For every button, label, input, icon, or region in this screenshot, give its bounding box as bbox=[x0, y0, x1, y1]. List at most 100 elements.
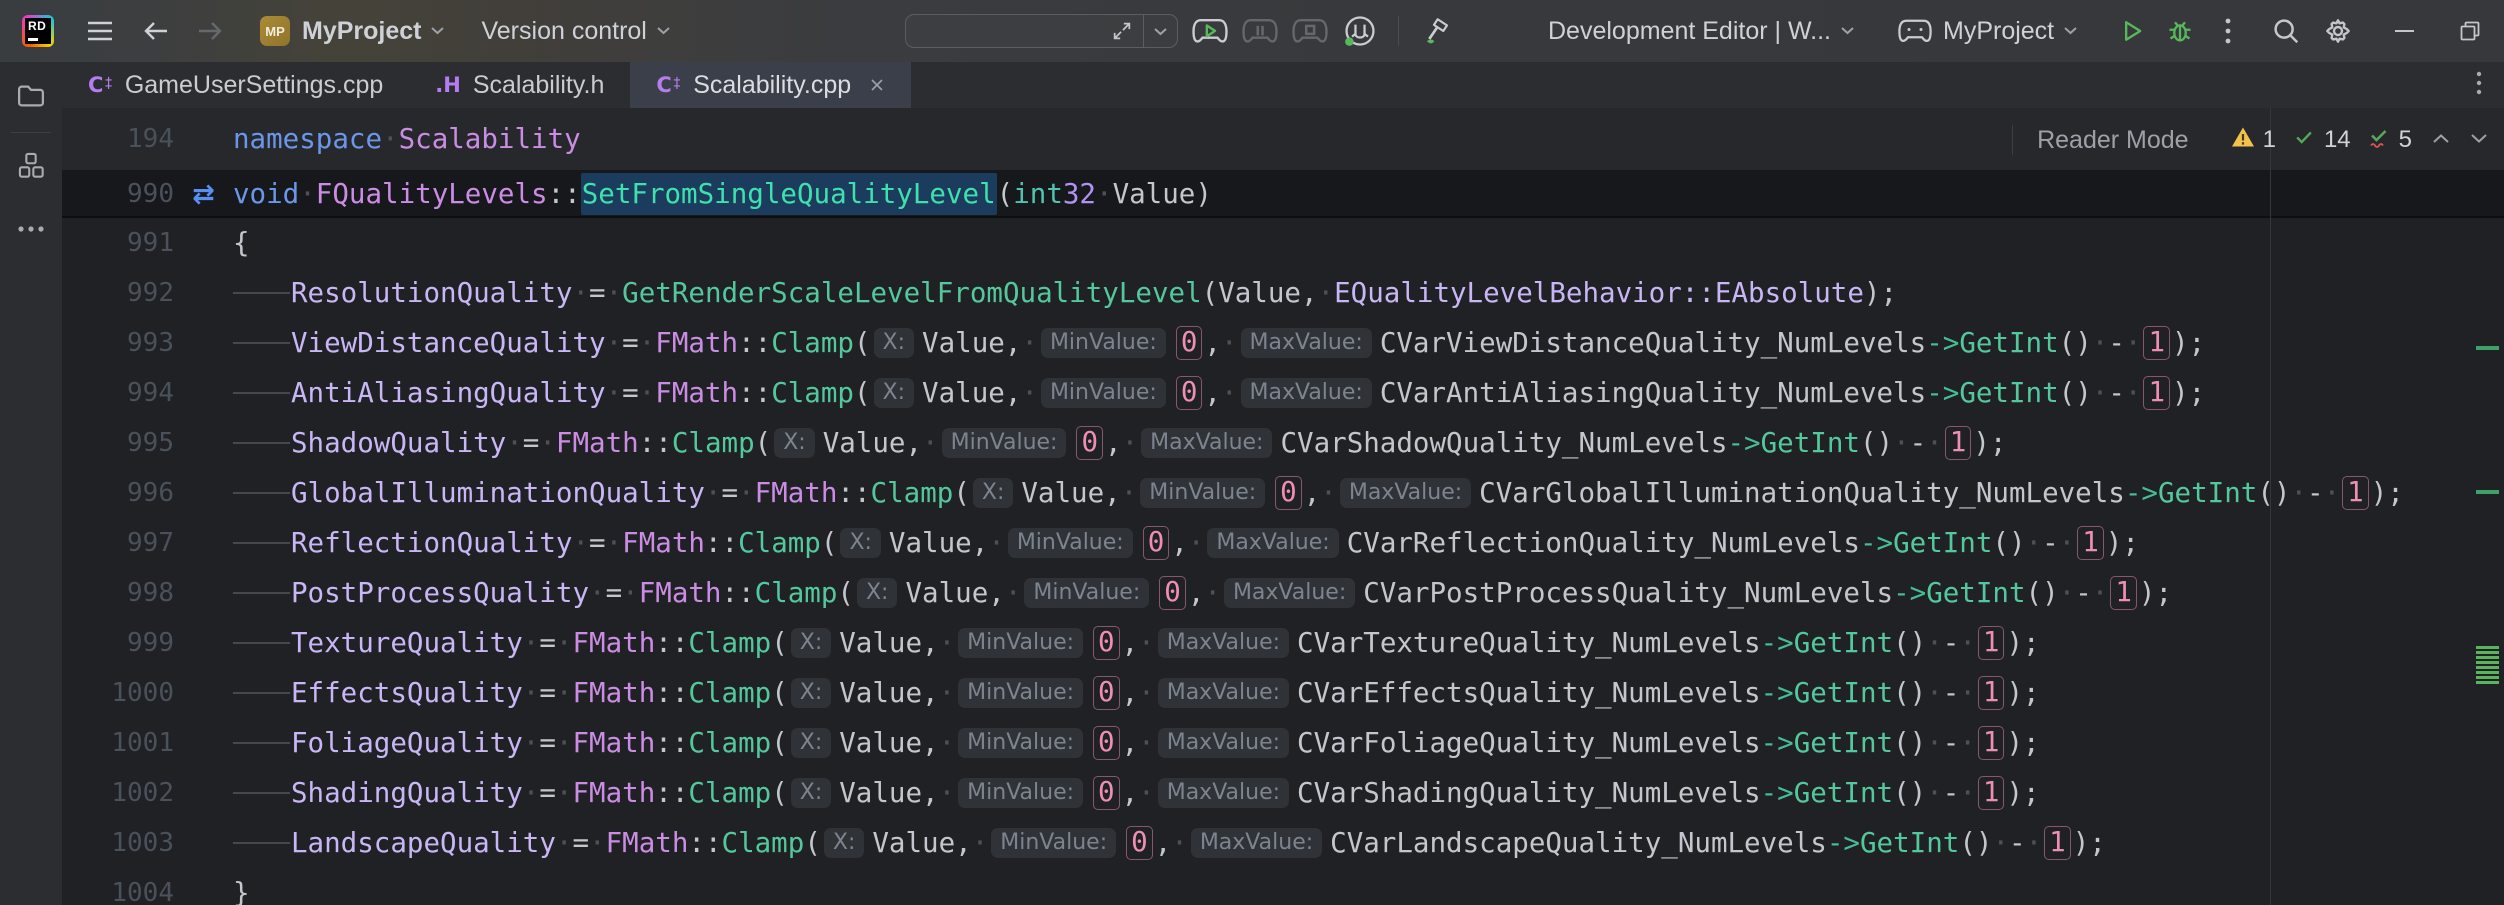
code-line-1002[interactable]: 1002ShadingQuality·=·FMath::Clamp(X:Valu… bbox=[62, 768, 2504, 818]
passed-inspections-indicator[interactable]: 14 bbox=[2292, 126, 2351, 155]
main-menu-button[interactable] bbox=[80, 11, 120, 51]
minimize-button[interactable] bbox=[2384, 11, 2424, 51]
line-number[interactable]: 992 bbox=[62, 278, 174, 308]
more-tool-windows-button[interactable] bbox=[9, 207, 53, 251]
code-token: MaxValue: bbox=[1224, 578, 1355, 608]
code-line-993[interactable]: 993ViewDistanceQuality·=·FMath::Clamp(X:… bbox=[62, 318, 2504, 368]
play-game-icon[interactable] bbox=[1190, 11, 1230, 51]
code-token: 1 bbox=[1978, 776, 2005, 810]
line-number[interactable]: 991 bbox=[62, 228, 174, 258]
code-token: Value, bbox=[872, 827, 971, 859]
code-token: CVarTextureQuality_NumLevels bbox=[1297, 627, 1761, 659]
project-selector[interactable]: MyProject bbox=[302, 17, 421, 46]
code-line-996[interactable]: 996GlobalIlluminationQuality·=·FMath::Cl… bbox=[62, 468, 2504, 518]
line-number[interactable]: 1002 bbox=[62, 778, 174, 808]
widget-divider bbox=[2012, 125, 2013, 155]
code-line-1004[interactable]: 1004} bbox=[62, 868, 2504, 905]
play-icon bbox=[2118, 17, 2146, 45]
back-button[interactable] bbox=[136, 11, 176, 51]
line-number[interactable]: 994 bbox=[62, 378, 174, 408]
search-input[interactable] bbox=[906, 15, 1101, 47]
code-line-990[interactable]: 990⇄void·FQualityLevels::SetFromSingleQu… bbox=[62, 170, 2504, 218]
code-line-999[interactable]: 999TextureQuality·=·FMath::Clamp(X:Value… bbox=[62, 618, 2504, 668]
line-number[interactable]: 993 bbox=[62, 328, 174, 358]
code-token: - bbox=[2108, 377, 2125, 409]
code-token: · bbox=[1138, 677, 1155, 709]
code-line-1000[interactable]: 1000EffectsQuality·=·FMath::Clamp(X:Valu… bbox=[62, 668, 2504, 718]
restore-icon bbox=[2458, 19, 2482, 43]
line-number[interactable]: 1000 bbox=[62, 678, 174, 708]
code-line-998[interactable]: 998PostProcessQuality·=·FMath::Clamp(X:V… bbox=[62, 568, 2504, 618]
line-number[interactable]: 996 bbox=[62, 478, 174, 508]
code-token: · bbox=[2125, 377, 2142, 409]
code-line-1003[interactable]: 1003LandscapeQuality·=·FMath::Clamp(X:Va… bbox=[62, 818, 2504, 868]
line-number[interactable]: 1001 bbox=[62, 728, 174, 758]
code-token: -> bbox=[1827, 827, 1860, 859]
inspection-widget[interactable]: Reader Mode 1 14 bbox=[2012, 120, 2488, 160]
code-token: MinValue: bbox=[958, 778, 1083, 808]
project-tool-window-button[interactable] bbox=[9, 76, 53, 120]
line-number[interactable]: 995 bbox=[62, 428, 174, 458]
maximize-restore-button[interactable] bbox=[2450, 11, 2490, 51]
code-editor[interactable]: 194namespace·Scalability990⇄void·FQualit… bbox=[62, 108, 2504, 905]
line-number[interactable]: 194 bbox=[62, 124, 174, 154]
code-line-994[interactable]: 994AntiAliasingQuality·=·FMath::Clamp(X:… bbox=[62, 368, 2504, 418]
reader-mode-label[interactable]: Reader Mode bbox=[2037, 126, 2188, 155]
line-number[interactable]: 1004 bbox=[62, 878, 174, 905]
more-actions-button[interactable] bbox=[2208, 11, 2248, 51]
code-token: :: bbox=[655, 677, 688, 709]
run-target-selector[interactable]: MyProject bbox=[1943, 17, 2054, 46]
scrollbar-change-mark[interactable] bbox=[2476, 346, 2499, 350]
tab-whitespace-mark bbox=[233, 342, 290, 344]
code-line-991[interactable]: 991{ bbox=[62, 218, 2504, 268]
forward-button[interactable] bbox=[190, 11, 230, 51]
run-configuration-search-box[interactable] bbox=[905, 14, 1178, 48]
code-line-997[interactable]: 997ReflectionQuality·=·FMath::Clamp(X:Va… bbox=[62, 518, 2504, 568]
scrollbar-change-marks[interactable] bbox=[2476, 646, 2499, 686]
code-token: -> bbox=[1926, 377, 1959, 409]
code-token: ( bbox=[837, 577, 854, 609]
previous-problem-button[interactable] bbox=[2432, 131, 2450, 149]
code-line-995[interactable]: 995ShadowQuality·=·FMath::Clamp(X:Value,… bbox=[62, 418, 2504, 468]
code-token: X: bbox=[791, 628, 831, 658]
code-token: 1 bbox=[1945, 426, 1972, 460]
next-problem-button[interactable] bbox=[2470, 131, 2488, 149]
code-token: , bbox=[1122, 677, 1139, 709]
code-line-992[interactable]: 992ResolutionQuality·=·GetRenderScaleLev… bbox=[62, 268, 2504, 318]
settings-button[interactable] bbox=[2318, 11, 2358, 51]
build-icon[interactable] bbox=[1417, 11, 1457, 51]
scrollbar-change-mark[interactable] bbox=[2476, 490, 2499, 494]
tab-gameusersettings-cpp[interactable]: GameUserSettings.cpp bbox=[62, 62, 409, 108]
run-button[interactable] bbox=[2112, 11, 2152, 51]
code-token: FQualityLevels bbox=[316, 178, 548, 210]
close-tab-icon[interactable] bbox=[869, 77, 885, 93]
code-token: Clamp bbox=[771, 327, 854, 359]
code-token: · bbox=[506, 427, 523, 459]
structure-tool-window-button[interactable] bbox=[9, 145, 53, 189]
stop-game-icon[interactable] bbox=[1290, 11, 1330, 51]
pause-game-icon[interactable] bbox=[1240, 11, 1280, 51]
search-everywhere-button[interactable] bbox=[2266, 11, 2306, 51]
typo-check-icon bbox=[2367, 125, 2391, 156]
line-number[interactable]: 997 bbox=[62, 528, 174, 558]
code-token: 1 bbox=[2044, 826, 2071, 860]
chevron-down-icon[interactable] bbox=[1153, 27, 1168, 36]
line-number[interactable]: 998 bbox=[62, 578, 174, 608]
run-configuration-selector[interactable]: Development Editor | W... bbox=[1548, 17, 1831, 46]
version-control-menu[interactable]: Version control bbox=[481, 17, 646, 46]
code-token: MaxValue: bbox=[1158, 628, 1289, 658]
code-line-1001[interactable]: 1001FoliageQuality·=·FMath::Clamp(X:Valu… bbox=[62, 718, 2504, 768]
tab-scalability-cpp[interactable]: Scalability.cpp bbox=[630, 62, 911, 108]
goto-declaration-icon[interactable]: ⇄ bbox=[174, 179, 233, 210]
line-number[interactable]: 1003 bbox=[62, 828, 174, 858]
tab-list-button[interactable] bbox=[2476, 62, 2482, 108]
unreal-engine-icon[interactable] bbox=[1340, 11, 1380, 51]
code-token: :: bbox=[548, 178, 581, 210]
line-number[interactable]: 990 bbox=[62, 179, 174, 209]
tab-scalability-h[interactable]: Scalability.h bbox=[409, 62, 630, 108]
warnings-indicator[interactable]: 1 bbox=[2231, 126, 2276, 155]
debug-button[interactable] bbox=[2160, 11, 2200, 51]
typos-indicator[interactable]: 5 bbox=[2367, 125, 2412, 156]
line-number[interactable]: 999 bbox=[62, 628, 174, 658]
expand-icon[interactable] bbox=[1111, 20, 1133, 42]
